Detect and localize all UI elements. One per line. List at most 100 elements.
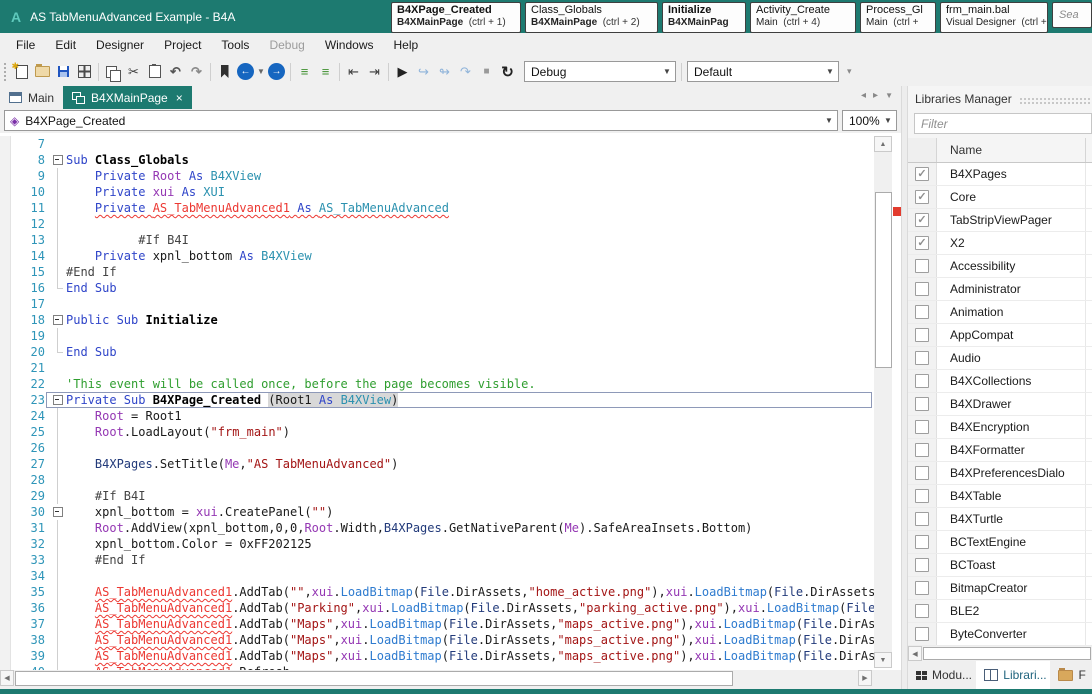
code-line-14[interactable]: 14 Private xpnl_bottom As B4XView	[0, 248, 874, 264]
bookmark-margin[interactable]	[0, 648, 11, 664]
library-checkbox[interactable]	[915, 397, 929, 411]
bookmark-margin[interactable]	[0, 440, 11, 456]
indent-icon[interactable]: ⇥	[364, 61, 385, 83]
quick-tab-activity_create[interactable]: Activity_CreateMain (ctrl + 4)	[750, 2, 856, 33]
bookmark-margin[interactable]	[0, 280, 11, 296]
library-row-ble2[interactable]: BLE2	[908, 600, 1092, 623]
code-line-34[interactable]: 34	[0, 568, 874, 584]
navigate-forward-icon[interactable]: →	[266, 61, 287, 83]
library-checkbox[interactable]: ✓	[915, 167, 929, 181]
code-line-31[interactable]: 31 Root.AddView(xpnl_bottom,0,0,Root.Wid…	[0, 520, 874, 536]
step-out-icon[interactable]: ↷	[455, 61, 476, 83]
bookmark-margin[interactable]	[0, 600, 11, 616]
code-line-26[interactable]: 26	[0, 440, 874, 456]
toolbar-grip[interactable]	[3, 62, 8, 81]
navigate-back-icon[interactable]: ←	[235, 61, 256, 83]
code-line-21[interactable]: 21	[0, 360, 874, 376]
library-checkbox[interactable]	[915, 489, 929, 503]
run-icon[interactable]: ▶	[392, 61, 413, 83]
code-line-37[interactable]: 37 AS_TabMenuAdvanced1.AddTab("Maps",xui…	[0, 616, 874, 632]
library-row-appcompat[interactable]: AppCompat	[908, 324, 1092, 347]
search-input[interactable]: Sea	[1052, 2, 1092, 28]
library-checkbox[interactable]	[915, 282, 929, 296]
library-checkbox[interactable]	[915, 420, 929, 434]
library-row-b4xformatter[interactable]: B4XFormatter	[908, 439, 1092, 462]
vertical-scroll-thumb[interactable]	[875, 192, 892, 368]
quick-tab-b4xpage_created[interactable]: B4XPage_CreatedB4XMainPage (ctrl + 1)	[391, 2, 521, 33]
fold-toggle-icon[interactable]	[49, 392, 66, 408]
library-row-bctoast[interactable]: BCToast	[908, 554, 1092, 577]
copy-icon[interactable]	[102, 61, 123, 83]
library-checkbox[interactable]	[915, 374, 929, 388]
name-column-header[interactable]: Name	[937, 138, 1086, 162]
cut-icon[interactable]: ✂	[123, 61, 144, 83]
library-checkbox[interactable]	[915, 305, 929, 319]
code-line-9[interactable]: 9 Private Root As B4XView	[0, 168, 874, 184]
editor-horizontal-scrollbar[interactable]: ◀ ▶	[0, 670, 872, 686]
error-marker[interactable]	[893, 207, 901, 216]
code-line-29[interactable]: 29 #If B4I	[0, 488, 874, 504]
code-line-36[interactable]: 36 AS_TabMenuAdvanced1.AddTab("Parking",…	[0, 600, 874, 616]
panel-tab-f[interactable]: F	[1050, 661, 1092, 689]
stop-icon[interactable]: ■	[476, 61, 497, 83]
code-line-32[interactable]: 32 xpnl_bottom.Color = 0xFF202125	[0, 536, 874, 552]
bookmark-margin[interactable]	[0, 360, 11, 376]
code-line-25[interactable]: 25 Root.LoadLayout("frm_main")	[0, 424, 874, 440]
panel-horizontal-scrollbar[interactable]: ◀	[908, 646, 1092, 661]
code-line-33[interactable]: 33 #End If	[0, 552, 874, 568]
bookmark-icon[interactable]	[214, 61, 235, 83]
sub-selector[interactable]: ◈ B4XPage_Created ▼	[4, 110, 838, 131]
tab-main[interactable]: Main	[0, 86, 63, 109]
close-icon[interactable]: ×	[176, 91, 183, 105]
bookmark-margin[interactable]	[0, 616, 11, 632]
restart-icon[interactable]: ↻	[497, 61, 518, 83]
tab-list-dropdown-icon[interactable]: ▼	[885, 91, 893, 100]
fold-toggle-icon[interactable]	[49, 312, 66, 328]
library-checkbox[interactable]	[915, 466, 929, 480]
library-row-bctextengine[interactable]: BCTextEngine	[908, 531, 1092, 554]
code-line-24[interactable]: 24 Root = Root1	[0, 408, 874, 424]
bookmark-margin[interactable]	[0, 392, 11, 408]
scroll-up-icon[interactable]: ▲	[874, 136, 892, 152]
bookmark-margin[interactable]	[0, 504, 11, 520]
bookmark-margin[interactable]	[0, 152, 11, 168]
fold-toggle-icon[interactable]	[49, 504, 66, 520]
redo-icon[interactable]: ↷	[186, 61, 207, 83]
code-line-7[interactable]: 7	[0, 136, 874, 152]
bookmark-margin[interactable]	[0, 328, 11, 344]
bookmark-margin[interactable]	[0, 344, 11, 360]
code-line-15[interactable]: 15#End If	[0, 264, 874, 280]
code-line-39[interactable]: 39 AS_TabMenuAdvanced1.AddTab("Maps",xui…	[0, 648, 874, 664]
library-checkbox[interactable]	[915, 351, 929, 365]
uncomment-icon[interactable]: ≡	[315, 61, 336, 83]
library-row-byteconverter[interactable]: ByteConverter	[908, 623, 1092, 646]
package-icon[interactable]	[74, 61, 95, 83]
panel-splitter[interactable]	[901, 86, 908, 689]
library-row-b4xturtle[interactable]: B4XTurtle	[908, 508, 1092, 531]
menu-help[interactable]: Help	[384, 33, 429, 57]
outdent-icon[interactable]: ⇤	[343, 61, 364, 83]
library-row-b4xencryption[interactable]: B4XEncryption	[908, 416, 1092, 439]
code-line-13[interactable]: 13 #If B4I	[0, 232, 874, 248]
bookmark-margin[interactable]	[0, 312, 11, 328]
quick-tab-process_gl[interactable]: Process_GlMain (ctrl +	[860, 2, 936, 33]
code-line-23[interactable]: 23Private Sub B4XPage_Created (Root1 As …	[0, 392, 874, 408]
scroll-left-icon[interactable]: ◀	[908, 646, 922, 661]
bookmark-margin[interactable]	[0, 552, 11, 568]
library-row-accessibility[interactable]: Accessibility	[908, 255, 1092, 278]
library-row-b4xcollections[interactable]: B4XCollections	[908, 370, 1092, 393]
code-editor[interactable]: 78Sub Class_Globals9 Private Root As B4X…	[0, 133, 901, 670]
filter-input[interactable]: Filter	[914, 113, 1092, 134]
scroll-right-icon[interactable]: ▶	[858, 670, 872, 686]
open-icon[interactable]	[32, 61, 53, 83]
bookmark-margin[interactable]	[0, 632, 11, 648]
library-row-bitmapcreator[interactable]: BitmapCreator	[908, 577, 1092, 600]
code-line-11[interactable]: 11 Private AS_TabMenuAdvanced1 As AS_Tab…	[0, 200, 874, 216]
library-checkbox[interactable]: ✓	[915, 190, 929, 204]
code-line-28[interactable]: 28	[0, 472, 874, 488]
horizontal-scroll-thumb[interactable]	[923, 647, 1091, 660]
library-checkbox[interactable]: ✓	[915, 236, 929, 250]
code-line-35[interactable]: 35 AS_TabMenuAdvanced1.AddTab("",xui.Loa…	[0, 584, 874, 600]
bookmark-margin[interactable]	[0, 216, 11, 232]
bookmark-margin[interactable]	[0, 232, 11, 248]
